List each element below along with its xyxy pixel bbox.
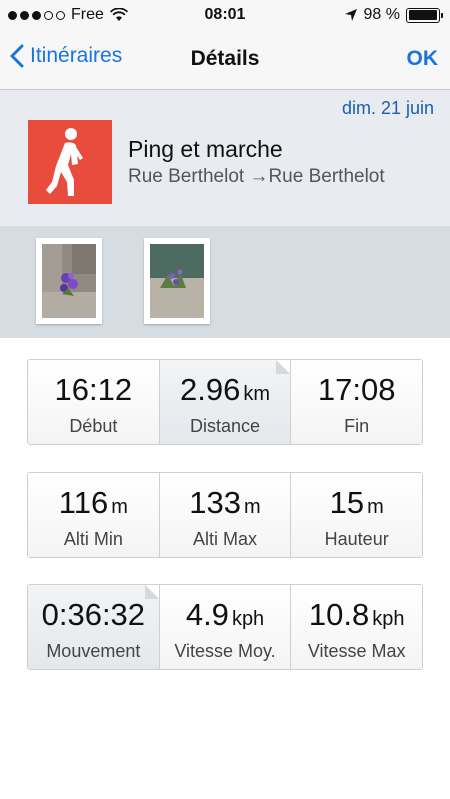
status-bar: Free 08:01 98 % xyxy=(0,0,450,30)
battery-icon xyxy=(406,7,443,23)
stat-label: Alti Min xyxy=(63,529,123,549)
walker-icon xyxy=(28,120,112,204)
stat-value: 116 xyxy=(58,485,109,520)
stat-value: 17:08 xyxy=(317,372,396,407)
stat-alti-min[interactable]: 116 m Alti Min xyxy=(28,473,159,557)
photo-thumbnail-2[interactable] xyxy=(144,238,210,324)
stat-label: Distance xyxy=(189,416,261,436)
stat-label: Vitesse Max xyxy=(307,641,406,661)
stat-value: 133 xyxy=(189,485,242,520)
stat-distance[interactable]: 2.96 km Distance xyxy=(158,360,291,444)
page-title: Détails xyxy=(190,47,260,70)
stat-label: Hauteur xyxy=(324,529,389,549)
stat-unit: m xyxy=(111,496,128,518)
stats-row-speed: 0:36:32 Mouvement 4.9 kph Vitesse Moy. 10… xyxy=(27,584,423,670)
stat-end[interactable]: 17:08 Fin xyxy=(290,360,422,444)
battery-percent: 98 % xyxy=(363,6,400,23)
stat-unit: m xyxy=(244,496,261,518)
navigation-bar: Itinéraires Détails OK xyxy=(0,30,450,90)
flower-photo-icon xyxy=(42,244,96,318)
status-right: 98 % xyxy=(344,6,443,24)
battery-fill xyxy=(408,10,437,20)
activity-name: Ping et marche xyxy=(128,136,283,162)
photos-strip xyxy=(0,226,450,338)
stat-value: 4.9 xyxy=(185,597,229,632)
photo-thumbnail-1[interactable] xyxy=(36,238,102,324)
stats-row-altitude: 116 m Alti Min 133 m Alti Max 15 m Hauteur xyxy=(27,472,423,558)
stat-alti-max[interactable]: 133 m Alti Max xyxy=(158,473,291,557)
stat-value: 0:36:32 xyxy=(41,597,146,632)
stat-height[interactable]: 15 m Hauteur xyxy=(290,473,422,557)
flower-photo-icon xyxy=(150,244,204,318)
stat-value: 2.96 xyxy=(180,372,241,407)
ok-button[interactable]: OK xyxy=(407,47,439,71)
stat-max-speed[interactable]: 10.8 kph Vitesse Max xyxy=(290,585,422,669)
location-arrow-icon xyxy=(344,9,357,21)
stat-value: 15 xyxy=(329,485,365,520)
stat-unit: kph xyxy=(231,608,265,630)
stat-unit: m xyxy=(367,496,384,518)
stat-label: Vitesse Moy. xyxy=(174,641,276,661)
stat-value: 10.8 xyxy=(308,597,370,632)
stat-unit: kph xyxy=(372,608,405,630)
activity-date: dim. 21 juin xyxy=(341,98,434,118)
activity-header: dim. 21 juin Ping et marche Rue Berthelo… xyxy=(0,90,450,226)
stat-value: 16:12 xyxy=(54,372,133,407)
stat-avg-speed[interactable]: 4.9 kph Vitesse Moy. xyxy=(158,585,291,669)
stat-label: Mouvement xyxy=(46,641,141,661)
stat-start[interactable]: 16:12 Début xyxy=(28,360,159,444)
stat-unit: km xyxy=(243,383,271,405)
stats-row-time-distance: 16:12 Début 2.96 km Distance 17:08 Fin xyxy=(27,359,423,445)
stat-moving-time[interactable]: 0:36:32 Mouvement xyxy=(28,585,159,669)
activity-route: Rue Berthelot →Rue Berthelot xyxy=(128,166,385,187)
stat-label: Alti Max xyxy=(193,529,258,549)
stat-label: Début xyxy=(69,416,118,436)
stat-label: Fin xyxy=(344,416,370,436)
